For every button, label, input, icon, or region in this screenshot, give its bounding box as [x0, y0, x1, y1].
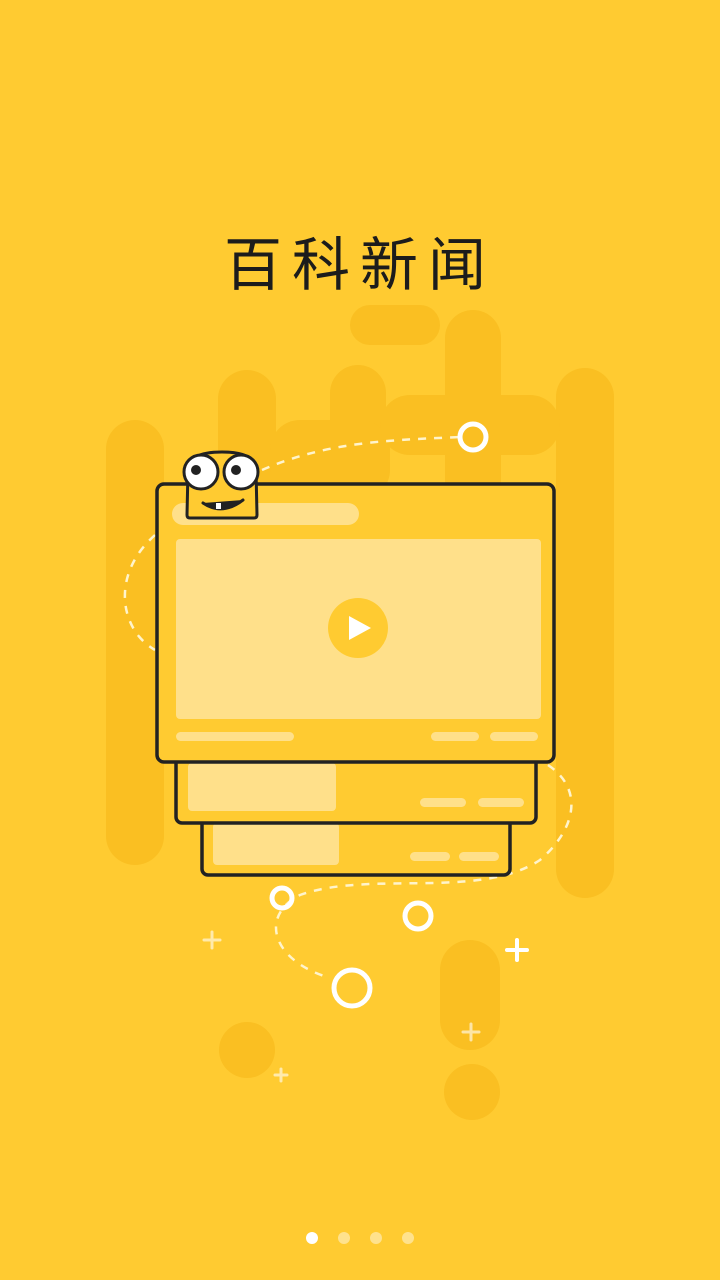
page-dot-4[interactable] [402, 1232, 414, 1244]
page-dot-1[interactable] [306, 1232, 318, 1244]
page-dot-3[interactable] [370, 1232, 382, 1244]
page-title: 百科新闻 [223, 231, 496, 299]
mascot-icon [182, 450, 260, 520]
page-indicator[interactable] [0, 1230, 720, 1246]
onboarding-illustration [106, 305, 614, 1120]
stacked-card-2 [174, 753, 538, 825]
play-icon [328, 598, 388, 658]
page-dot-2[interactable] [338, 1232, 350, 1244]
